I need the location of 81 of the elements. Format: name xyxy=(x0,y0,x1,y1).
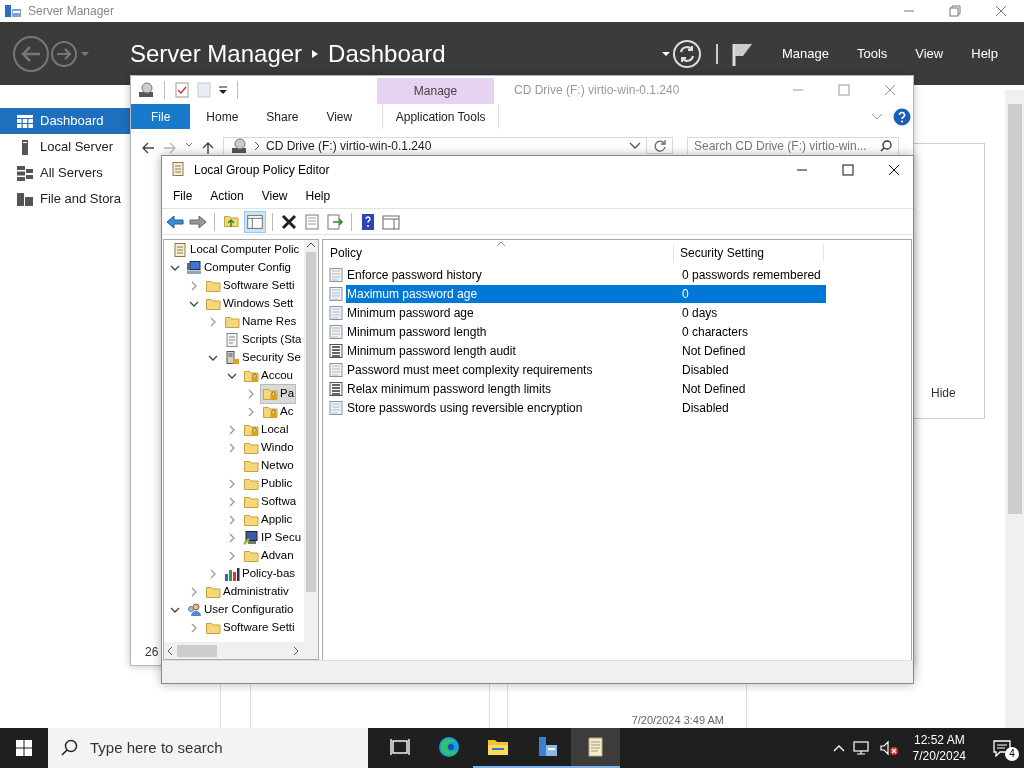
table-cell-text: Disabled xyxy=(681,399,729,417)
table-cell-text: Not Defined xyxy=(681,380,746,398)
column-header[interactable]: Security Setting xyxy=(674,244,824,262)
search-box[interactable]: Type here to search xyxy=(48,728,368,768)
tree-item[interactable]: Scripts (Sta xyxy=(222,330,304,350)
timestamp: 7/20/2024 3:49 AM xyxy=(631,712,724,728)
list-row[interactable]: Minimum password length 0 characters xyxy=(346,322,826,341)
status-text: 26 xyxy=(145,644,159,661)
hide-link[interactable]: Hide xyxy=(931,384,956,402)
tree-item[interactable]: Netwo xyxy=(241,456,296,476)
tree-item[interactable]: Security Se xyxy=(222,348,303,368)
list-row[interactable]: Maximum password age 0 xyxy=(346,284,826,303)
tree-item[interactable]: Applic xyxy=(241,510,295,530)
column-header[interactable]: Policy xyxy=(323,244,674,262)
tree-item[interactable]: Policy-bas xyxy=(222,564,298,584)
sidebar-item[interactable]: Local Server xyxy=(0,134,130,160)
tree-item[interactable]: Administrativ xyxy=(203,582,291,602)
table-cell-text: Disabled xyxy=(681,361,729,379)
table-cell-text: 0 xyxy=(681,285,689,303)
list-row[interactable]: Password must meet complexity requirements Disabled xyxy=(346,360,826,379)
notification-count: 4 xyxy=(1005,747,1019,761)
ribbon-tab[interactable]: View xyxy=(312,104,367,129)
sidebar-item[interactable]: All Servers xyxy=(0,160,130,186)
contextual-tab-header: Manage xyxy=(377,78,494,104)
menu-item[interactable]: Manage xyxy=(781,43,829,64)
menu-item[interactable]: Tools xyxy=(856,43,888,64)
search-box[interactable]: Search CD Drive (F:) virtio-win... xyxy=(687,137,899,154)
ribbon-tab[interactable]: Share xyxy=(252,104,313,129)
tree-item[interactable]: IP Secu xyxy=(241,528,304,548)
address-bar[interactable]: CD Drive (F:) virtio-win-0.1.240 xyxy=(223,137,647,154)
table-cell-text: Enforce password history xyxy=(346,266,483,284)
tree-item[interactable]: Windows Sett xyxy=(203,294,296,314)
breadcrumb-item[interactable]: Server Manager xyxy=(130,41,303,66)
window-title: Local Group Policy Editor xyxy=(194,162,330,179)
table-cell-text: Password must meet complexity requirements xyxy=(346,361,594,379)
ribbon-tab[interactable]: Application Tools xyxy=(382,104,500,129)
table-cell-text: 0 characters xyxy=(681,323,749,341)
table-cell-text: Minimum password length audit xyxy=(346,342,517,360)
menu-item[interactable]: Action xyxy=(201,187,253,205)
window-title: CD Drive (F:) virtio-win-0.1.240 xyxy=(514,82,680,99)
notification-button[interactable]: 4 xyxy=(980,728,1024,768)
tree-item[interactable]: Accou xyxy=(241,366,295,386)
tree-item[interactable]: Ac xyxy=(260,402,296,422)
list-row[interactable]: Relax minimum password length limits Not Defined xyxy=(346,379,826,398)
list-row[interactable]: Minimum password age 0 days xyxy=(346,303,826,322)
ribbon-tab[interactable]: Home xyxy=(192,104,253,129)
tree-item[interactable]: Softwa xyxy=(241,492,299,512)
sidebar-item[interactable]: Dashboard xyxy=(0,108,130,134)
table-cell-text: Not Defined xyxy=(681,342,746,360)
tree-item[interactable]: Name Res xyxy=(222,312,299,332)
tree-item[interactable]: Advan xyxy=(241,546,296,566)
tree-item[interactable]: Software Setti xyxy=(203,618,297,638)
menu-item[interactable]: View xyxy=(915,43,944,64)
sidebar-item[interactable]: File and Stora xyxy=(0,186,130,212)
tree-item[interactable]: Local Computer Polic xyxy=(170,240,302,260)
menu-item[interactable]: View xyxy=(252,187,297,205)
tree-item[interactable]: Computer Config xyxy=(184,258,293,278)
table-cell-text: 0 passwords remembered xyxy=(681,266,821,284)
menu-item[interactable]: Help xyxy=(971,43,998,64)
tree-item[interactable]: Local xyxy=(241,420,291,440)
menu-item[interactable]: File xyxy=(164,187,202,205)
list-row[interactable]: Store passwords using reversible encryption Disabled xyxy=(346,398,826,417)
table-cell-text: Minimum password length xyxy=(346,323,488,341)
tree-item[interactable]: User Configuratio xyxy=(184,600,296,620)
tree-item[interactable]: Pa xyxy=(260,384,297,404)
window-title: Server Manager xyxy=(28,3,115,20)
list-row[interactable]: Enforce password history 0 passwords remembered xyxy=(346,265,826,284)
tree-item[interactable]: Software Setti xyxy=(203,276,297,296)
table-cell-text: Store passwords using reversible encryption xyxy=(346,399,584,417)
table-cell-text: 0 days xyxy=(681,304,718,322)
tree-item[interactable]: Windo xyxy=(241,438,296,458)
menu-item[interactable]: Help xyxy=(296,187,340,205)
search-field[interactable]: Type here to search xyxy=(90,736,368,760)
table-cell-text: Maximum password age xyxy=(346,285,479,303)
table-cell-text: Minimum password age xyxy=(346,304,475,322)
tree-item[interactable]: Public xyxy=(241,474,295,494)
breadcrumb-item: Dashboard xyxy=(328,41,446,66)
table-cell-text: Relax minimum password length limits xyxy=(346,380,553,398)
list-row[interactable]: Minimum password length audit Not Defined xyxy=(346,341,826,360)
clock[interactable]: 12:52 AM 7/20/2024 xyxy=(906,731,972,765)
ribbon-tab[interactable]: File xyxy=(131,104,191,129)
